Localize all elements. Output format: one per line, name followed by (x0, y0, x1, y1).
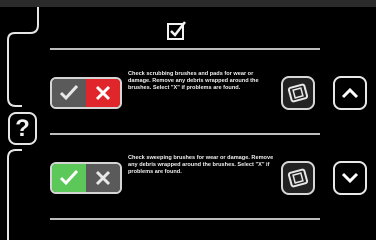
pass-option[interactable] (52, 164, 86, 192)
scroll-up-button[interactable] (333, 76, 367, 110)
divider-bottom (50, 218, 320, 220)
instruction-text: Check scrubbing brushes and pads for wea… (128, 71, 259, 92)
pass-fail-toggle (50, 162, 122, 194)
divider-middle (50, 133, 320, 135)
checkmark-icon (59, 169, 79, 186)
chevron-down-icon (341, 172, 359, 184)
chevron-up-icon (341, 87, 359, 99)
brush-icon (287, 83, 309, 103)
checklist-item-scrubbing-brushes: Check scrubbing brushes and pads for wea… (0, 60, 376, 130)
pass-fail-toggle (50, 77, 122, 109)
brush-info-button[interactable] (281, 161, 315, 195)
divider-top (50, 48, 320, 50)
checkmark-icon (59, 84, 79, 101)
checklist-item-sweeping-brushes: Check sweeping brushes for wear or damag… (0, 145, 376, 215)
fail-option[interactable] (86, 79, 120, 107)
brush-icon (287, 168, 309, 188)
fail-option[interactable] (86, 164, 120, 192)
pass-option[interactable] (52, 79, 86, 107)
instruction-text: Check sweeping brushes for wear or damag… (128, 155, 274, 176)
checklist-screen: ? Check scrubbing brushes and pads for w… (0, 0, 376, 240)
brush-info-button[interactable] (281, 76, 315, 110)
checkbox-checked-icon (167, 21, 186, 40)
x-icon (95, 85, 111, 101)
x-icon (95, 170, 111, 186)
scroll-down-button[interactable] (333, 161, 367, 195)
